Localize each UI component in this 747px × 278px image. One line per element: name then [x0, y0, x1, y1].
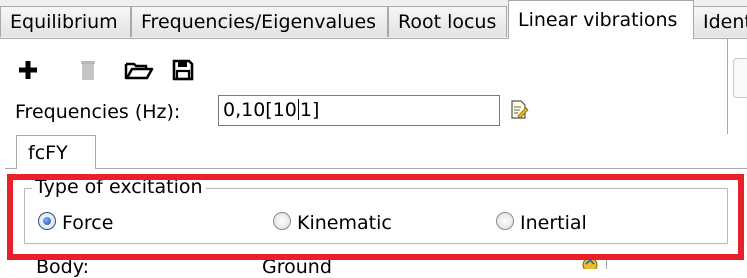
tab-fcfy[interactable]: fcFY: [16, 135, 96, 169]
tab-equilibrium[interactable]: Equilibrium: [0, 6, 131, 37]
text-caret: [297, 99, 299, 120]
tab-label: Identi: [703, 11, 747, 33]
tab-linear-vibrations[interactable]: Linear vibrations: [508, 0, 694, 39]
tab-label: Frequencies/Eigenvalues: [141, 11, 377, 33]
frequencies-value-start: 0,10[10: [223, 99, 297, 121]
tab-label: Linear vibrations: [518, 9, 678, 31]
tab-bar: Equilibrium Frequencies/Eigenvalues Root…: [0, 0, 747, 39]
tab-label: Equilibrium: [10, 11, 118, 33]
frequencies-label: Frequencies (Hz):: [15, 101, 181, 123]
tab-frequencies-eigenvalues[interactable]: Frequencies/Eigenvalues: [131, 6, 388, 37]
folder-open-icon[interactable]: [124, 58, 154, 82]
side-panel-edge: [733, 58, 747, 98]
tab-label: fcFY: [28, 142, 68, 164]
plus-icon[interactable]: [16, 58, 40, 82]
frequencies-input[interactable]: 0,10[10 1]: [218, 95, 500, 126]
panel-divider: [727, 38, 728, 134]
tab-label: Root locus: [398, 11, 497, 33]
tab-identification[interactable]: Identi: [693, 6, 747, 37]
edit-note-icon[interactable]: [509, 99, 529, 121]
tab-root-locus[interactable]: Root locus: [388, 6, 507, 37]
highlight-box: [7, 174, 744, 260]
floppy-disk-icon[interactable]: [171, 58, 195, 82]
subtab-panel-border: [5, 168, 747, 169]
trash-icon[interactable]: [76, 58, 100, 82]
frequencies-value-end: 1]: [299, 99, 320, 121]
